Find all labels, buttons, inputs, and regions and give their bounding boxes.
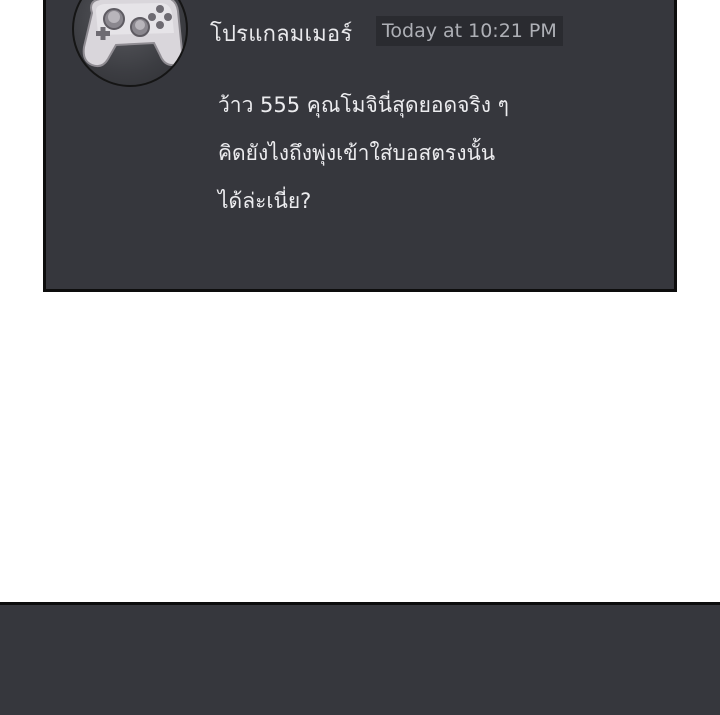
chat-message-panel: โปรแกลมเมอร์ Today at 10:21 PM ว้าว 555 … (43, 0, 677, 292)
message-timestamp: Today at 10:21 PM (376, 16, 563, 46)
message-line: ว้าว 555 คุณโมจินี่สุดยอดจริง ๆ (218, 93, 509, 117)
game-controller-icon (82, 0, 184, 68)
username[interactable]: โปรแกลมเมอร์ (210, 16, 352, 51)
avatar[interactable] (72, 0, 188, 87)
message-body: ว้าว 555 คุณโมจินี่สุดยอดจริง ๆ คิดยังไง… (218, 81, 509, 225)
next-panel (0, 602, 720, 715)
message-line: ได้ล่ะเนี่ย? (218, 189, 312, 213)
message-line: คิดยังไงถึงพุ่งเข้าใส่บอสตรงนั้น (218, 141, 496, 165)
